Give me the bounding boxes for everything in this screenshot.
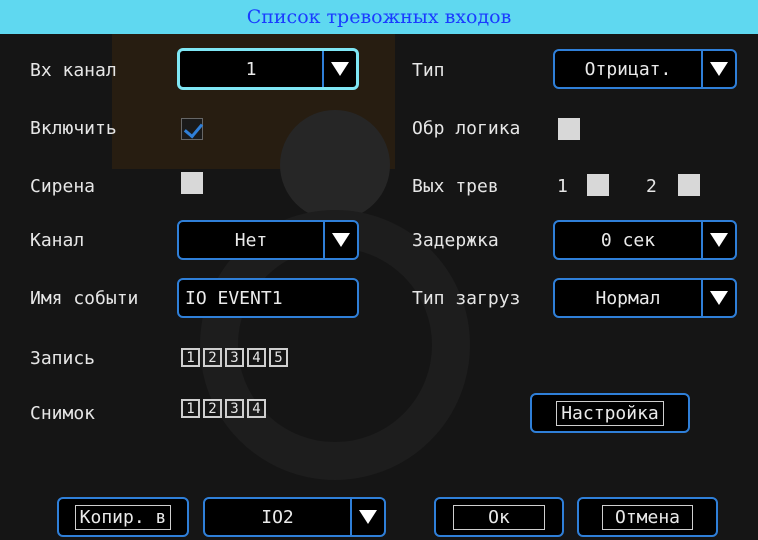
enable-label: Включить	[30, 118, 117, 139]
invert-logic-checkbox[interactable]	[558, 118, 580, 140]
enable-checkbox[interactable]	[181, 118, 203, 140]
cancel-button-label: Отмена	[601, 504, 694, 530]
delay-select[interactable]: 0 сек	[553, 220, 737, 260]
copy-to-button-label: Копир. в	[74, 504, 172, 530]
record-channel-5[interactable]: 5	[269, 348, 288, 367]
alarm-out-1-checkbox[interactable]	[587, 174, 609, 196]
chevron-down-icon[interactable]	[322, 51, 356, 87]
ok-button-label: Ок	[453, 504, 545, 530]
snapshot-channel-2[interactable]: 2	[203, 399, 222, 418]
upload-type-select[interactable]: Нормал	[553, 278, 737, 318]
input-channel-select[interactable]: 1	[177, 48, 359, 90]
setup-button-label: Настройка	[556, 400, 664, 426]
ok-button[interactable]: Ок	[434, 497, 564, 537]
type-value: Отрицат.	[584, 58, 672, 80]
event-name-input[interactable]: IO EVENT1	[177, 278, 359, 318]
record-channel-4[interactable]: 4	[247, 348, 266, 367]
channel-value: Нет	[234, 229, 268, 251]
invert-logic-label: Обр логика	[412, 118, 521, 139]
upload-type-label: Тип загруз	[412, 288, 521, 309]
alarm-out-1-label: 1	[557, 176, 568, 197]
alarm-out-2-label: 2	[646, 176, 657, 197]
record-label: Запись	[30, 348, 96, 369]
record-channel-1[interactable]: 1	[181, 348, 200, 367]
copy-target-select[interactable]: IO2	[203, 497, 386, 537]
delay-label: Задержка	[412, 230, 499, 251]
snapshot-channel-3[interactable]: 3	[225, 399, 244, 418]
chevron-down-icon[interactable]	[701, 51, 735, 87]
copy-to-button[interactable]: Копир. в	[57, 497, 189, 537]
background-logo-dot	[280, 110, 390, 220]
snapshot-channel-4[interactable]: 4	[247, 399, 266, 418]
snapshot-channel-1[interactable]: 1	[181, 399, 200, 418]
delay-value: 0 сек	[600, 229, 656, 251]
siren-checkbox[interactable]	[181, 172, 203, 194]
input-channel-label: Вх канал	[30, 60, 117, 81]
alarm-out-label: Вых трев	[412, 176, 499, 197]
input-channel-value: 1	[245, 58, 257, 80]
upload-type-value: Нормал	[595, 287, 661, 309]
record-channel-3[interactable]: 3	[225, 348, 244, 367]
siren-label: Сирена	[30, 176, 96, 197]
record-channel-2[interactable]: 2	[203, 348, 222, 367]
chevron-down-icon[interactable]	[350, 499, 384, 535]
type-label: Тип	[412, 60, 445, 81]
alarm-out-2-checkbox[interactable]	[678, 174, 700, 196]
channel-label: Канал	[30, 230, 85, 251]
snapshot-label: Снимок	[30, 403, 96, 424]
channel-select[interactable]: Нет	[177, 220, 359, 260]
chevron-down-icon[interactable]	[323, 222, 357, 258]
event-name-label: Имя событи	[30, 288, 139, 309]
copy-target-value: IO2	[261, 506, 294, 528]
window-title: Список тревожных входов	[0, 0, 758, 34]
setup-button[interactable]: Настройка	[530, 393, 690, 433]
cancel-button[interactable]: Отмена	[577, 497, 718, 537]
chevron-down-icon[interactable]	[701, 280, 735, 316]
chevron-down-icon[interactable]	[701, 222, 735, 258]
type-select[interactable]: Отрицат.	[553, 49, 737, 89]
